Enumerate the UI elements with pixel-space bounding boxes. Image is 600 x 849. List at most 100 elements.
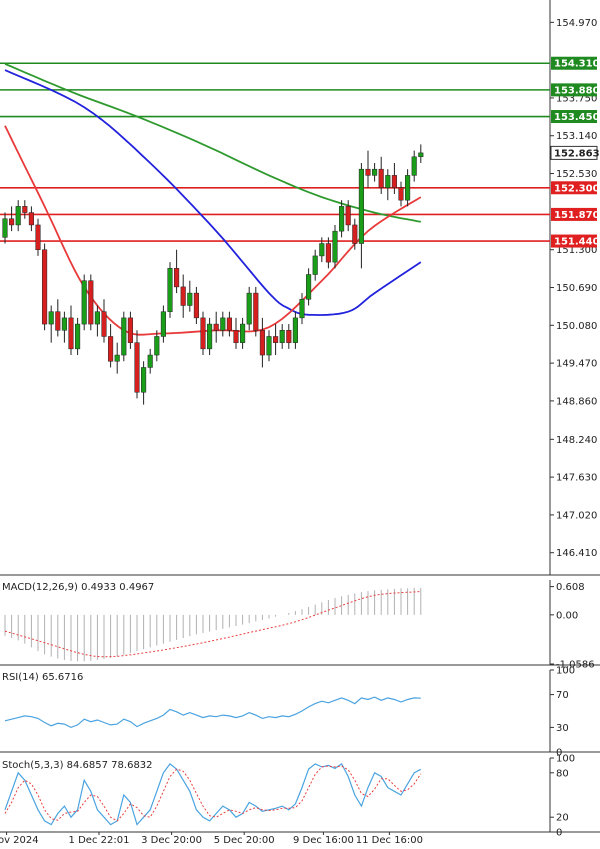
candle-body <box>121 317 127 356</box>
price-chart: 154.970153.750153.140152.530151.300150.6… <box>0 0 600 846</box>
candle <box>42 243 48 331</box>
rsi-tick-label: 100 <box>556 666 575 677</box>
level-label: 152.300 <box>551 181 600 195</box>
candle-body <box>398 187 404 201</box>
candle-body <box>319 243 325 257</box>
candle-body <box>101 311 107 337</box>
price-tick-label: 148.860 <box>556 396 597 407</box>
candle-body <box>81 280 87 325</box>
candle-body <box>345 206 351 226</box>
level-label-text: 153.880 <box>554 85 600 96</box>
price-tick-label: 149.470 <box>556 359 597 370</box>
time-tick-label: 27 Nov 2024 <box>0 835 39 845</box>
candle-body <box>325 243 331 263</box>
price-tick-label: 153.140 <box>556 131 597 142</box>
price-tick-label: 150.080 <box>556 321 597 332</box>
candle-body <box>180 286 186 306</box>
candle-body <box>94 311 100 325</box>
candle-body <box>134 342 140 393</box>
rsi-label: RSI(14) 65.6716 <box>2 672 83 683</box>
candle-body <box>273 336 279 343</box>
candle-body <box>200 317 206 350</box>
candle-body <box>259 330 265 356</box>
time-tick-label: 3 Dec 20:00 <box>141 835 202 845</box>
candle-body <box>48 311 54 325</box>
candle-body <box>15 206 21 226</box>
macd-tick-label: 0.608 <box>556 582 585 593</box>
price-tick-label: 148.240 <box>556 435 597 446</box>
price-tick-label: 150.690 <box>556 283 597 294</box>
stoch-tick-label: 100 <box>556 754 575 765</box>
candle-body <box>240 323 246 343</box>
candle-body <box>299 299 305 319</box>
stoch-label: Stoch(5,3,3) 84.6857 78.6832 <box>2 760 153 771</box>
candle-body <box>352 224 358 244</box>
candle-body <box>68 317 74 350</box>
level-label-text: 152.300 <box>554 183 600 194</box>
candle-body <box>167 268 173 312</box>
candle-body <box>358 168 364 244</box>
candle-body <box>266 336 272 356</box>
macd-label: MACD(12,26,9) 0.4933 0.4967 <box>2 582 154 593</box>
price-tick-label: 147.020 <box>556 510 597 521</box>
level-label-text: 151.870 <box>554 210 600 221</box>
time-tick-label: 11 Dec 16:00 <box>356 835 423 845</box>
candle-body <box>292 317 298 343</box>
candle-body <box>75 323 81 350</box>
candle-body <box>160 311 166 337</box>
price-tick-label: 154.970 <box>556 18 597 29</box>
level-label: 151.440 <box>551 234 600 248</box>
candle-body <box>35 224 41 250</box>
candle-body <box>286 330 292 343</box>
candle <box>88 274 94 331</box>
candle-body <box>279 330 285 343</box>
candle-body <box>9 218 15 226</box>
current-price-label: 152.863 <box>550 145 600 160</box>
candle-body <box>233 330 239 343</box>
candle-body <box>312 255 318 275</box>
macd-tick-label: 0.00 <box>556 610 578 621</box>
level-label: 153.450 <box>551 110 600 124</box>
time-tick-label: 5 Dec 20:00 <box>214 835 275 845</box>
candle-body <box>246 292 252 325</box>
candle-body <box>114 354 120 362</box>
candle-body <box>207 323 213 350</box>
candle <box>200 311 206 356</box>
candle-body <box>108 336 114 362</box>
candle-body <box>226 317 232 331</box>
price-tick-label: 146.410 <box>556 548 597 559</box>
candle-body <box>193 292 199 319</box>
candle-body <box>385 175 391 189</box>
candle-body <box>339 206 345 232</box>
stoch-tick-label: 80 <box>556 768 569 779</box>
price-tick-label: 152.530 <box>556 169 597 180</box>
candle-body <box>22 206 28 213</box>
rsi-tick-label: 30 <box>556 723 569 734</box>
candle-body <box>127 317 133 343</box>
candle-body <box>391 175 397 189</box>
candle-body <box>253 292 259 331</box>
candle-body <box>372 168 378 176</box>
candle-body <box>42 249 48 325</box>
candle-body <box>365 168 371 176</box>
level-label: 151.870 <box>551 207 600 221</box>
candle-body <box>141 367 147 393</box>
time-tick-label: 9 Dec 16:00 <box>293 835 354 845</box>
candle <box>246 286 252 331</box>
candle-body <box>55 311 61 331</box>
stoch-tick-label: 20 <box>556 813 569 824</box>
candle-body <box>154 336 160 356</box>
current-price-text: 152.863 <box>554 148 600 159</box>
candle-body <box>213 323 219 331</box>
candle-body <box>332 230 338 263</box>
candle-body <box>2 218 8 238</box>
candle-body <box>378 168 384 189</box>
level-label: 153.880 <box>551 83 600 97</box>
candle-body <box>306 274 312 300</box>
stoch-tick-label: 0 <box>556 828 562 839</box>
candle-body <box>411 156 417 176</box>
candle-body <box>147 354 153 368</box>
candle <box>167 262 173 318</box>
candle-body <box>187 292 193 306</box>
candle-body <box>220 317 226 331</box>
